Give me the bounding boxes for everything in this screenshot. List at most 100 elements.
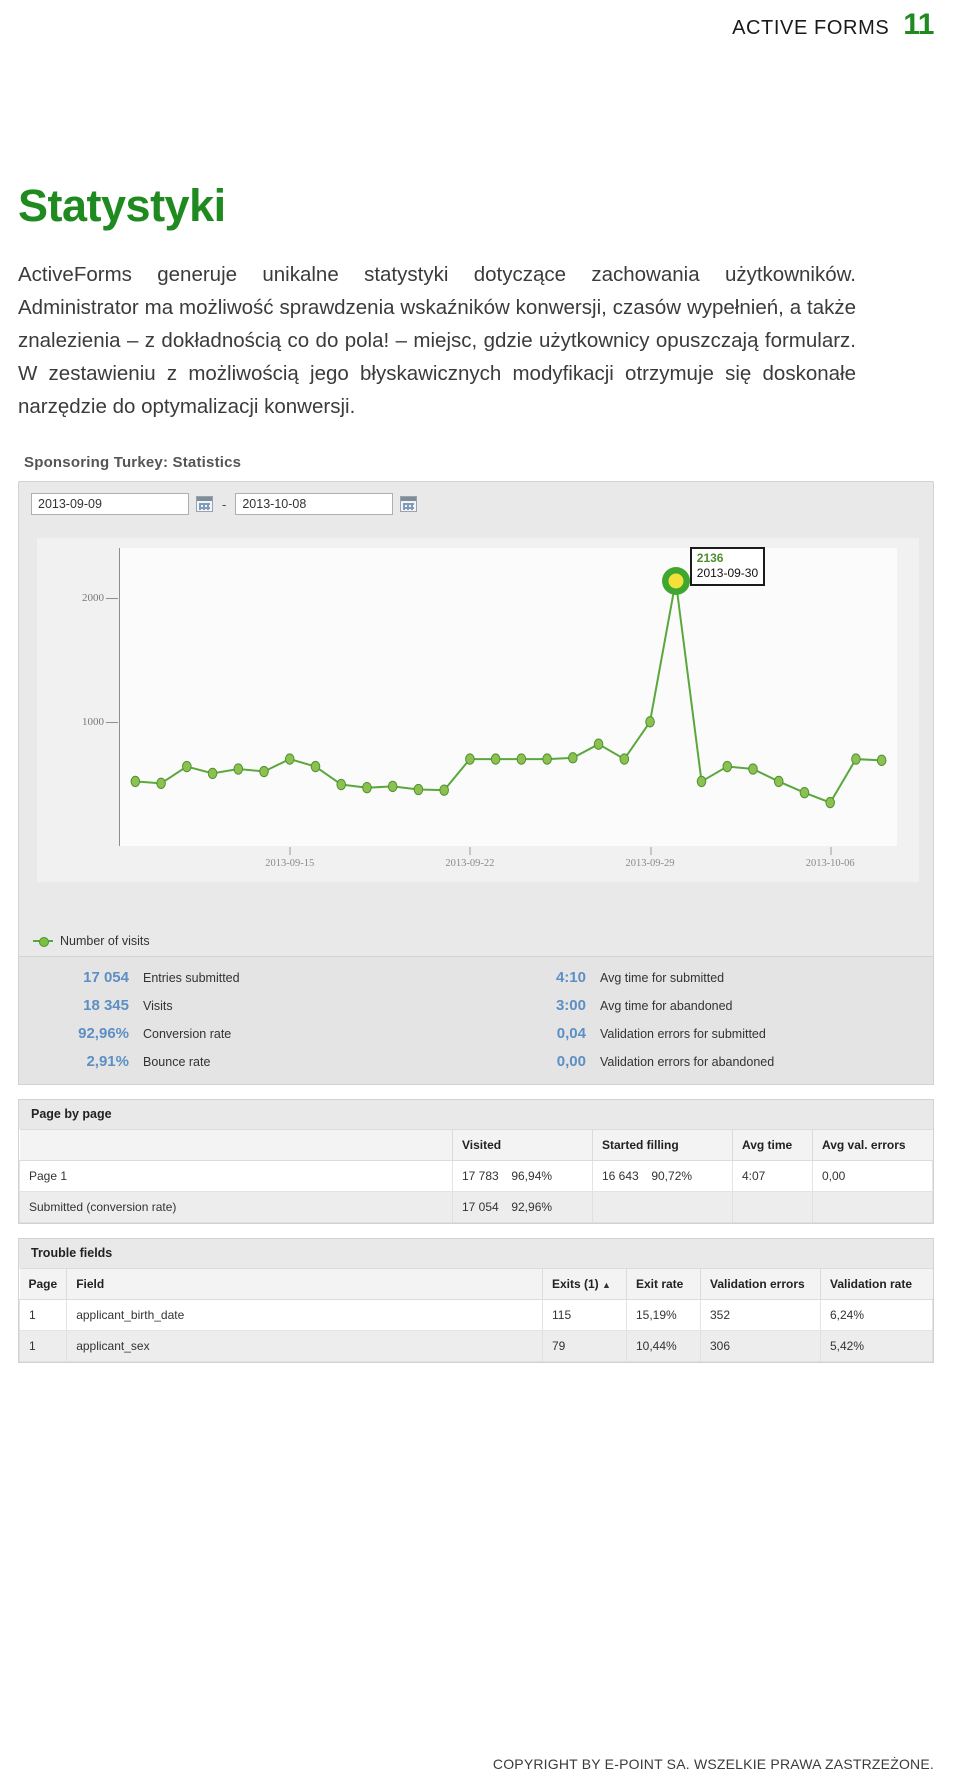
date-range-bar: 2013-09-09 - 2013-10-08 [18,481,934,527]
cell-validation-rate: 5,42% [820,1330,933,1362]
column-header-avg-val-errors[interactable]: Avg val. errors [812,1129,933,1161]
stat-row: 3:00 Avg time for abandoned [512,997,933,1014]
running-head: ACTIVE FORMS 11 [732,8,934,42]
stat-label: Entries submitted [143,971,240,985]
page-title: Statystyki [18,180,226,231]
stat-value: 17 054 [83,969,129,986]
cell-field: applicant_sex [66,1330,543,1362]
cell-started-filling [592,1191,733,1223]
stat-row: 4:10 Avg time for submitted [512,969,933,986]
column-header-visited[interactable]: Visited [452,1129,593,1161]
chart-canvas[interactable]: 1000 2000 2013-09-15 2013-09-22 2013-09-29 2… [82,546,897,869]
calendar-icon[interactable] [196,496,213,512]
cell-avg-time [732,1191,813,1223]
stat-label: Visits [143,999,173,1013]
cell-validation-errors: 352 [700,1299,821,1331]
date-to-input[interactable]: 2013-10-08 [235,493,394,515]
column-header-exits[interactable]: Exits (1) ▲ [542,1268,627,1300]
stat-value: 92,96% [78,1025,129,1042]
cell-page-name: Page 1 [19,1160,453,1192]
calendar-icon[interactable] [400,496,418,512]
page-by-page-panel: Page by page Visited Started filling Avg… [18,1099,934,1224]
column-header-name[interactable] [19,1129,453,1161]
column-header-avg-time[interactable]: Avg time [732,1129,813,1161]
cell-exit-rate: 10,44% [626,1330,701,1362]
summary-stats-right-column: 4:10 Avg time for submitted 3:00 Avg time f… [476,969,933,1070]
stat-row: 17 054 Entries submitted [55,969,476,986]
stat-label: Avg time for abandoned [600,999,733,1013]
table-row: Submitted (conversion rate) 17 054 92,96% [19,1191,933,1223]
date-range-separator: - [222,496,227,512]
cell-avg-time: 4:07 [732,1160,813,1192]
stat-label: Bounce rate [143,1055,211,1069]
stat-row: 0,04 Validation errors for submitted [512,1025,933,1042]
body-paragraph: ActiveForms generuje unikalne statystyki… [18,263,856,418]
column-header-validation-rate[interactable]: Validation rate [820,1268,933,1300]
stat-row: 0,00 Validation errors for abandoned [512,1053,933,1070]
cell-page-name: Submitted (conversion rate) [19,1191,453,1223]
legend-marker-icon [33,936,53,947]
cell-validation-rate: 6,24% [820,1299,933,1331]
stat-label: Avg time for submitted [600,971,725,985]
y-axis-tick-label: 1000 [82,716,120,728]
stat-value: 0,04 [556,1025,586,1042]
footer-copyright: COPYRIGHT BY E-POINT SA. WSZELKIE PRAWA … [492,1756,934,1772]
x-axis-tick-label: 2013-10-06 [805,847,855,869]
statistics-panel-title: Sponsoring Turkey: Statistics [24,454,242,471]
x-axis-tick-label: 2013-09-15 [265,847,315,869]
table-row: 1 applicant_birth_date 115 15,19% 352 6,24% [18,1299,933,1331]
stat-value: 0,00 [556,1053,586,1070]
chart-tooltip: 2136 2013-09-30 [689,546,766,586]
cell-field: applicant_birth_date [66,1299,543,1331]
legend-label: Number of visits [60,934,150,948]
stat-label: Validation errors for submitted [600,1027,766,1041]
cell-page: 1 [18,1330,68,1362]
table-header-row: Page Field Exits (1) ▲ Exit rate Validat… [19,1268,933,1300]
stat-value: 2,91% [86,1053,129,1070]
summary-stats: 17 054 Entries submitted 18 345 Visits 92,96… [18,957,934,1085]
visits-chart: 1000 2000 2013-09-15 2013-09-22 2013-09-29 2… [18,526,934,926]
body-text: ActiveForms generuje unikalne statystyki… [18,258,856,423]
cell-page: 1 [18,1299,68,1331]
stat-row: 92,96% Conversion rate [55,1025,476,1042]
table-row: Page 1 17 783 96,94% 16 643 90,72% 4:07 0,00 [19,1160,933,1192]
column-header-field[interactable]: Field [66,1268,543,1300]
highlighted-point-inner[interactable] [668,573,684,589]
statistics-screenshot: Sponsoring Turkey: Statistics 2013-09-09… [18,450,934,1363]
date-from-input[interactable]: 2013-09-09 [31,493,189,515]
column-header-started-filling[interactable]: Started filling [592,1129,733,1161]
trouble-fields-title: Trouble fields [31,1246,113,1260]
cell-visited: 17 783 96,94% [452,1160,593,1192]
stat-value: 3:00 [555,997,586,1014]
running-head-title: ACTIVE FORMS [732,17,890,39]
cell-exits: 115 [542,1299,627,1331]
tooltip-date: 2013-09-30 [696,565,759,580]
column-header-page[interactable]: Page [19,1268,68,1300]
cell-visited: 17 054 92,96% [452,1191,593,1223]
summary-stats-left-column: 17 054 Entries submitted 18 345 Visits 92,96… [19,969,476,1070]
x-axis-tick-label: 2013-09-22 [445,847,495,869]
page-by-page-table: Visited Started filling Avg time Avg val… [19,1129,933,1223]
stat-value: 18 345 [83,997,129,1014]
page-number: 11 [903,8,934,41]
column-header-exits-label: Exits (1) [552,1277,599,1291]
stat-row: 2,91% Bounce rate [55,1053,476,1070]
cell-exit-rate: 15,19% [626,1299,701,1331]
cell-started-filling: 16 643 90,72% [592,1160,733,1192]
stat-label: Validation errors for abandoned [600,1055,775,1069]
cell-avg-val-errors: 0,00 [812,1160,933,1192]
cell-exits: 79 [542,1330,627,1362]
cell-validation-errors: 306 [700,1330,821,1362]
table-row: 1 applicant_sex 79 10,44% 306 5,42% [18,1330,933,1362]
chart-plot-area: 1000 2000 2013-09-15 2013-09-22 2013-09-29 2… [37,538,919,882]
page-by-page-title: Page by page [31,1107,112,1121]
table-header-row: Visited Started filling Avg time Avg val… [19,1129,933,1161]
chart-legend[interactable]: Number of visits [18,925,934,957]
column-header-validation-errors[interactable]: Validation errors [700,1268,821,1300]
column-header-exit-rate[interactable]: Exit rate [626,1268,701,1300]
stat-value: 4:10 [555,969,586,986]
trouble-fields-table: Page Field Exits (1) ▲ Exit rate Validat… [18,1268,933,1362]
trouble-fields-panel: Trouble fields Page Field Exits (1) ▲ Ex… [18,1238,934,1363]
cell-avg-val-errors [812,1191,933,1223]
x-axis-tick-label: 2013-09-29 [625,847,675,869]
